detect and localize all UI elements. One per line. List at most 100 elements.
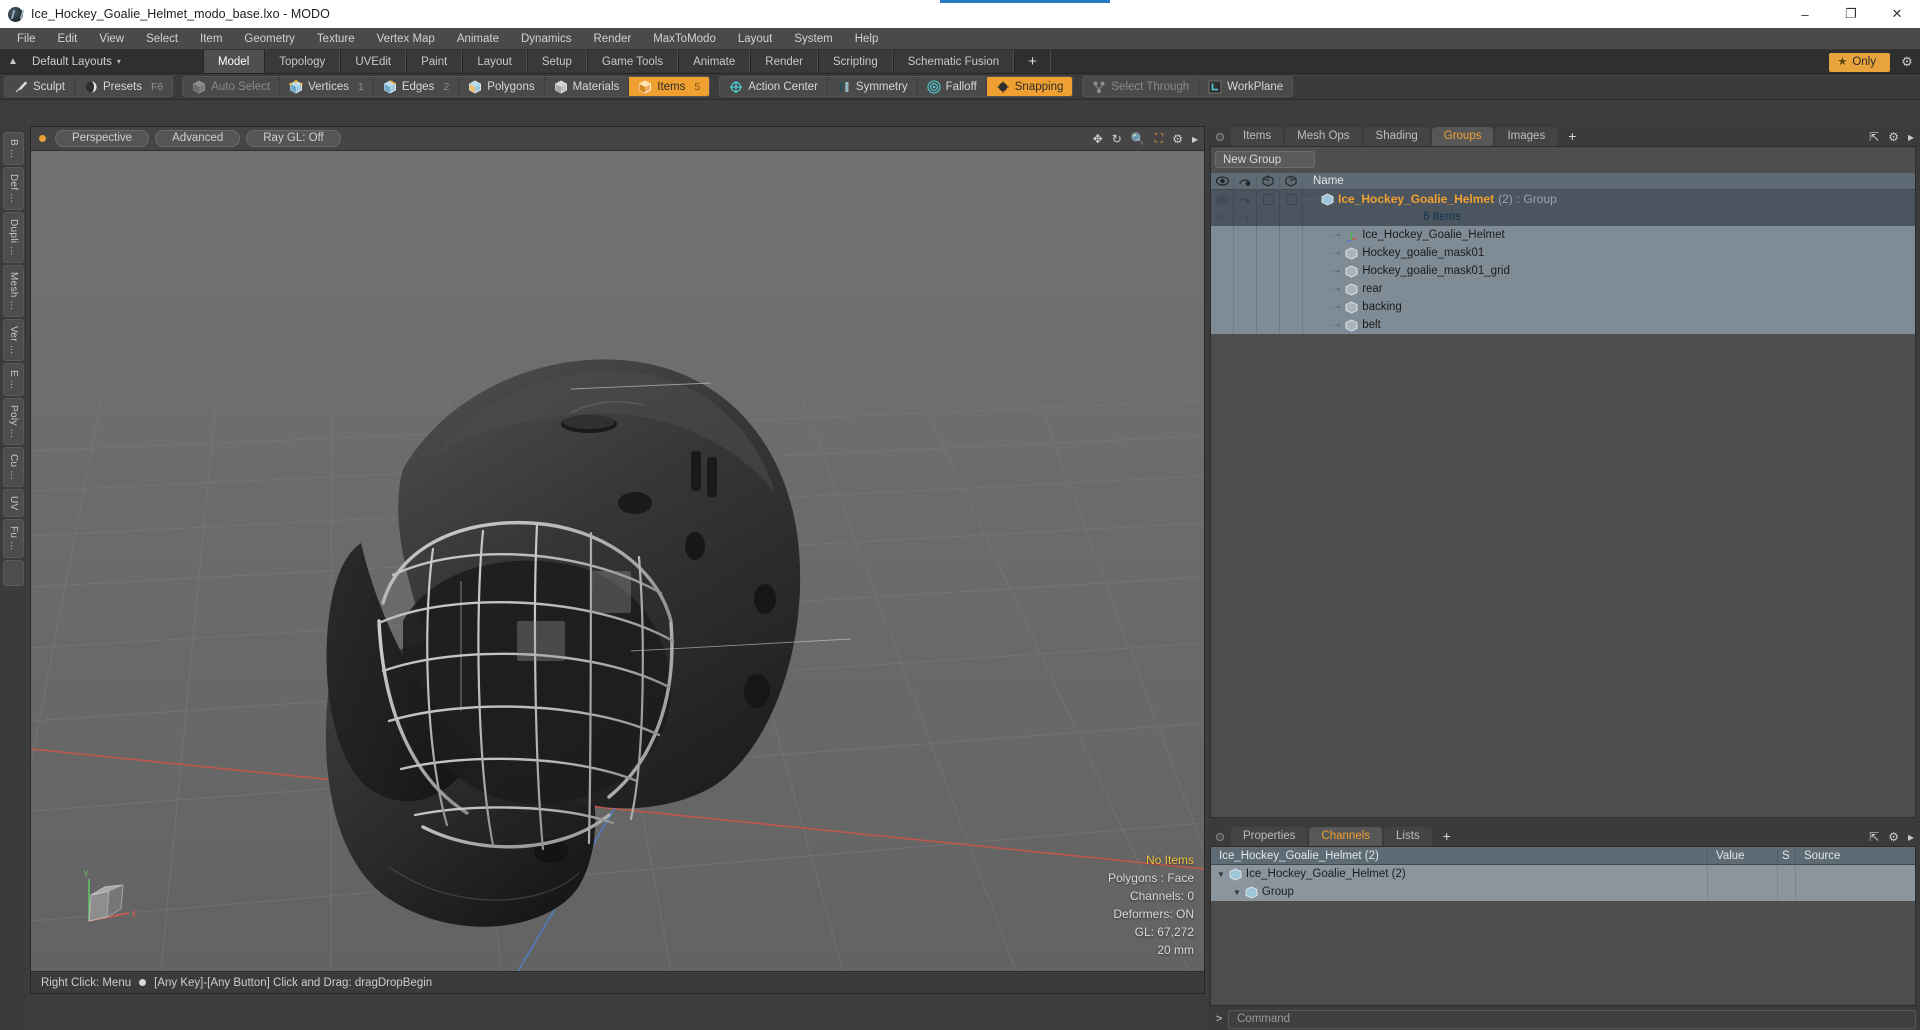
panel-menu-dot-icon[interactable] — [1216, 133, 1224, 141]
only-button[interactable]: ★ Only — [1829, 52, 1890, 72]
toolbar-button-snapping[interactable]: Snapping — [986, 77, 1073, 96]
command-input[interactable]: Command — [1228, 1009, 1916, 1029]
toolbar-button-vertices[interactable]: Vertices 1 — [280, 77, 374, 96]
layout-up-icon[interactable]: ▲ — [0, 50, 26, 73]
vrail-tab-3[interactable]: Mesh ... — [3, 264, 24, 317]
child-toggle-0[interactable] — [1211, 262, 1234, 280]
toolbar-button-action-center[interactable]: Action Center — [720, 77, 828, 96]
child-toggle-1[interactable] — [1234, 280, 1257, 298]
chevron-right-icon[interactable]: ▸ — [1908, 130, 1914, 144]
items-render-toggle[interactable] — [1234, 208, 1257, 226]
toolbar-button-falloff[interactable]: Falloff — [918, 77, 987, 96]
row-shaded-toggle[interactable] — [1257, 190, 1280, 208]
toolbar-button-sculpt[interactable]: Sculpt — [5, 77, 75, 96]
child-toggle-3[interactable] — [1280, 262, 1303, 280]
viewport-projection-dropdown[interactable]: Perspective — [55, 130, 150, 147]
menu-item-edit[interactable]: Edit — [47, 28, 89, 50]
toolbar-button-auto-select[interactable]: Auto Select — [183, 77, 281, 96]
gear-icon[interactable]: ⚙ — [1172, 132, 1183, 146]
menu-item-file[interactable]: File — [6, 28, 47, 50]
add-channels-tab-button[interactable]: + — [1434, 827, 1460, 846]
child-toggle-0[interactable] — [1211, 226, 1234, 244]
vrail-tab-1[interactable]: Def ... — [3, 167, 24, 211]
layout-tab-scripting[interactable]: Scripting — [817, 50, 893, 73]
child-toggle-2[interactable] — [1257, 226, 1280, 244]
maximize-button[interactable]: ❐ — [1828, 0, 1874, 28]
eye-icon[interactable] — [1211, 172, 1234, 190]
toolbar-button-polygons[interactable]: Polygons — [459, 77, 545, 96]
layout-tab-paint[interactable]: Paint — [406, 50, 463, 73]
tab-groups[interactable]: Groups — [1431, 127, 1494, 146]
child-toggle-0[interactable] — [1211, 298, 1234, 316]
viewport-3d[interactable]: Perspective Advanced Ray GL: Off ✥ ↻ 🔍 ⛶… — [30, 126, 1205, 994]
channels-cell-c4[interactable] — [1795, 865, 1915, 883]
menu-item-item[interactable]: Item — [189, 28, 233, 50]
menu-item-layout[interactable]: Layout — [727, 28, 784, 50]
layout-tab-model[interactable]: Model — [202, 50, 265, 73]
layout-tab-schematic-fusion[interactable]: Schematic Fusion — [892, 50, 1015, 73]
child-toggle-2[interactable] — [1257, 298, 1280, 316]
tab-properties[interactable]: Properties — [1231, 827, 1308, 846]
channels-row[interactable]: ▼ Group — [1211, 883, 1915, 901]
child-toggle-2[interactable] — [1257, 262, 1280, 280]
menu-item-select[interactable]: Select — [135, 28, 189, 50]
child-toggle-2[interactable] — [1257, 280, 1280, 298]
refresh-icon[interactable]: ↻ — [1112, 132, 1122, 146]
row-render-toggle[interactable] — [1234, 190, 1257, 208]
vrail-tab-9[interactable]: Fu ... — [3, 519, 24, 558]
fit-icon[interactable]: ⛶ — [1155, 131, 1163, 146]
shaded-cube-icon[interactable] — [1257, 172, 1280, 190]
child-toggle-0[interactable] — [1211, 244, 1234, 262]
child-toggle-3[interactable] — [1280, 316, 1303, 334]
channels-cell-c3[interactable] — [1777, 865, 1795, 883]
vrail-blank-slot[interactable] — [3, 559, 24, 586]
items-shaded-toggle[interactable] — [1257, 208, 1280, 226]
toolbar-button-materials[interactable]: Materials — [545, 77, 630, 96]
child-toggle-1[interactable] — [1234, 244, 1257, 262]
gear-icon[interactable]: ⚙ — [1894, 54, 1920, 70]
child-toggle-3[interactable] — [1280, 226, 1303, 244]
zoom-icon[interactable]: 🔍 — [1131, 132, 1146, 146]
vrail-tab-5[interactable]: E ... — [3, 362, 24, 397]
vrail-tab-7[interactable]: Cu ... — [3, 447, 24, 487]
move-icon[interactable]: ✥ — [1093, 132, 1103, 146]
channels-menu-dot-icon[interactable] — [1216, 833, 1224, 841]
child-toggle-1[interactable] — [1234, 226, 1257, 244]
toolbar-button-presets[interactable]: Presets F6 — [75, 77, 172, 96]
group-child-row[interactable]: ···▪ Hockey_goalie_mask01 — [1211, 244, 1915, 262]
row-eye-toggle[interactable] — [1211, 190, 1234, 208]
toolbar-button-workplane[interactable]: WorkPlane — [1199, 77, 1292, 96]
vrail-tab-0[interactable]: B ... — [3, 132, 24, 166]
expand-icon[interactable]: ⇱ — [1869, 830, 1879, 844]
layout-tab-game-tools[interactable]: Game Tools — [586, 50, 679, 73]
group-child-row[interactable]: ···▪ rear — [1211, 280, 1915, 298]
tab-channels[interactable]: Channels — [1309, 827, 1383, 846]
group-child-row[interactable]: ···▪ Hockey_goalie_mask01_grid — [1211, 262, 1915, 280]
chevron-right-icon[interactable]: ▸ — [1192, 132, 1198, 146]
channels-row[interactable]: ▼ Ice_Hockey_Goalie_Helmet (2) — [1211, 865, 1915, 883]
child-toggle-3[interactable] — [1280, 298, 1303, 316]
child-toggle-3[interactable] — [1280, 280, 1303, 298]
tab-shading[interactable]: Shading — [1363, 127, 1430, 146]
new-group-button[interactable]: New Group — [1215, 151, 1315, 168]
layout-tab-layout[interactable]: Layout — [462, 50, 527, 73]
menu-item-dynamics[interactable]: Dynamics — [510, 28, 582, 50]
child-toggle-1[interactable] — [1234, 262, 1257, 280]
gear-icon[interactable]: ⚙ — [1888, 830, 1899, 844]
child-toggle-2[interactable] — [1257, 316, 1280, 334]
menu-item-geometry[interactable]: Geometry — [233, 28, 306, 50]
vrail-tab-6[interactable]: Poly ... — [3, 398, 24, 446]
channels-cell-c2[interactable] — [1707, 883, 1777, 901]
default-layouts-dropdown[interactable]: Default Layouts ▾ — [26, 50, 131, 73]
toolbar-button-edges[interactable]: Edges 2 — [374, 77, 460, 96]
items-eye-toggle[interactable] — [1211, 208, 1234, 226]
group-child-row[interactable]: ···▪ backing — [1211, 298, 1915, 316]
child-toggle-1[interactable] — [1234, 316, 1257, 334]
expand-triangle-icon[interactable]: ▼ — [1233, 888, 1241, 897]
layout-tab-setup[interactable]: Setup — [526, 50, 587, 73]
viewport-menu-dot-icon[interactable] — [39, 135, 46, 142]
channels-cell-c4[interactable] — [1795, 883, 1915, 901]
chevron-right-icon[interactable]: ▸ — [1908, 830, 1914, 844]
group-child-row[interactable]: ···▪ Ice_Hockey_Goalie_Helmet — [1211, 226, 1915, 244]
layout-tab-render[interactable]: Render — [750, 50, 818, 73]
